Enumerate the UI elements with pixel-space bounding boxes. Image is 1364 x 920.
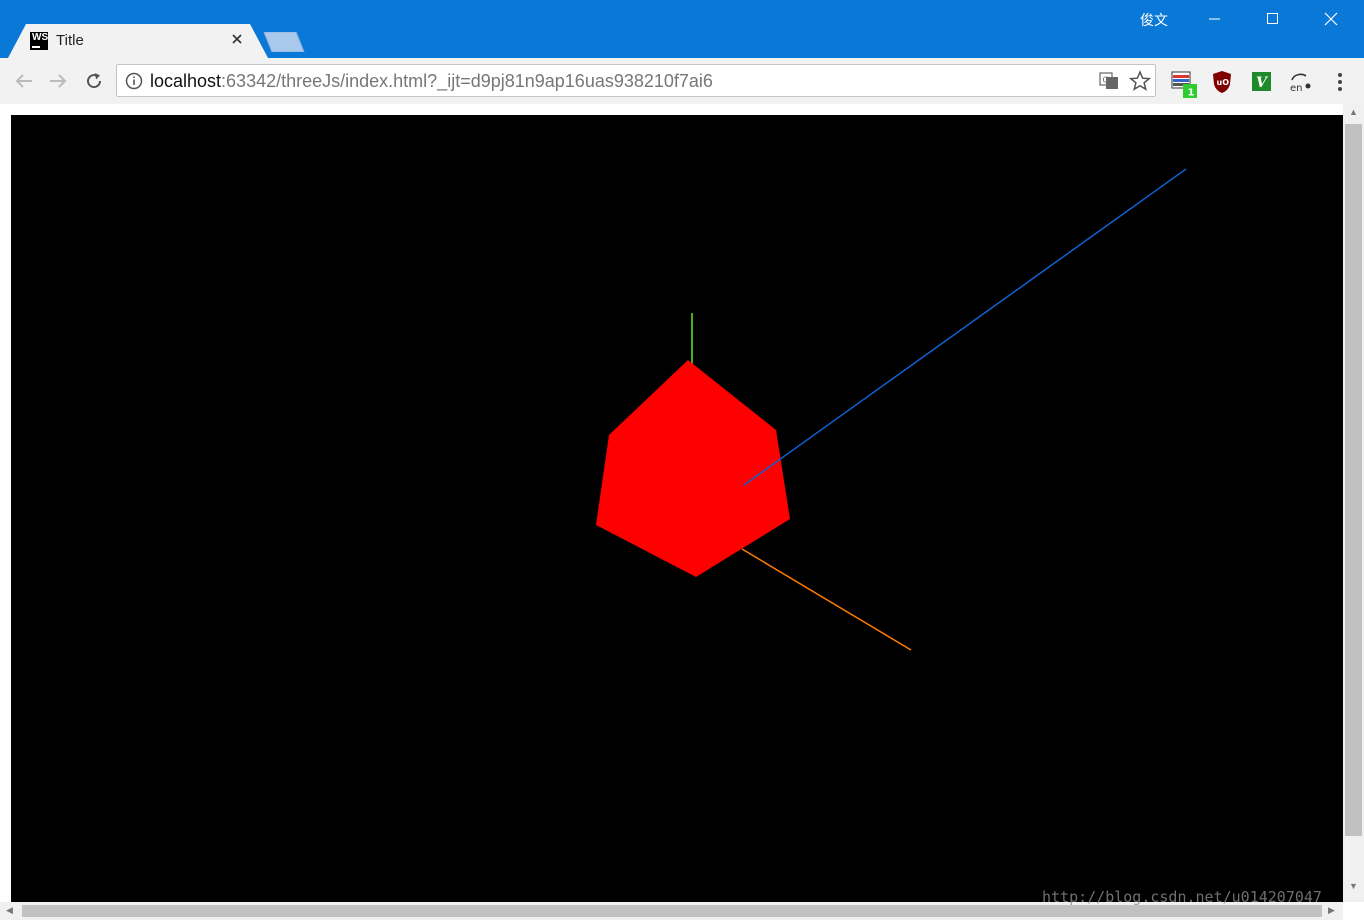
forward-button[interactable] — [44, 68, 72, 94]
menu-dot — [1338, 87, 1342, 91]
minimize-button[interactable] — [1186, 0, 1244, 38]
ublock-icon[interactable]: uO — [1210, 70, 1234, 94]
red-cube — [596, 360, 790, 577]
z-axis-line — [743, 168, 1187, 486]
svg-text:G: G — [1103, 76, 1109, 85]
bookmark-star-icon[interactable] — [1129, 70, 1151, 92]
title-bar: WS Title 俊文 — [0, 0, 1364, 58]
scene-render — [596, 168, 1187, 651]
vertical-scroll-thumb[interactable] — [1345, 124, 1362, 836]
watermark-text: http://blog.csdn.net/u014207047 — [1042, 888, 1322, 906]
arrow-left-icon — [15, 74, 32, 88]
svg-text:en: en — [1290, 83, 1303, 94]
extension-tab-manager-icon[interactable]: 1 — [1170, 70, 1197, 99]
browser-toolbar: localhost:63342/threeJs/index.html?_ijt=… — [0, 58, 1364, 105]
scroll-right-arrow-icon[interactable]: ▶ — [1328, 906, 1335, 915]
url-path: :63342/threeJs/index.html?_ijt=d9pj81n9a… — [221, 71, 713, 91]
scroll-left-arrow-icon[interactable]: ◀ — [6, 906, 13, 915]
svg-text:uO: uO — [1217, 78, 1230, 87]
maximize-button[interactable] — [1244, 0, 1302, 38]
dictionary-extension-icon[interactable]: en — [1288, 70, 1312, 94]
minimize-icon — [1209, 18, 1220, 20]
x-axis-line — [741, 548, 912, 651]
tab-title: Title — [56, 32, 84, 49]
page-viewport: ▲ ▼ ◀ ▶ http://blog.csdn.net/u014207047 — [0, 104, 1364, 920]
menu-dot — [1338, 80, 1342, 84]
chrome-menu-icon[interactable] — [1328, 70, 1352, 94]
extension-badge: 1 — [1188, 88, 1195, 99]
menu-dot — [1338, 73, 1342, 77]
arrow-right-icon — [50, 74, 67, 88]
threejs-canvas[interactable] — [11, 115, 1343, 902]
new-tab-button[interactable] — [262, 32, 306, 52]
reload-button[interactable] — [80, 68, 108, 94]
profile-name[interactable]: 俊文 — [1140, 10, 1168, 30]
browser-tab[interactable]: WS Title — [8, 24, 270, 58]
horizontal-scroll-thumb[interactable] — [22, 905, 1322, 917]
address-bar[interactable]: localhost:63342/threeJs/index.html?_ijt=… — [116, 64, 1156, 97]
url-text: localhost:63342/threeJs/index.html?_ijt=… — [150, 71, 713, 92]
url-host: localhost — [150, 71, 222, 91]
translate-icon[interactable]: G — [1099, 71, 1119, 91]
reload-icon — [87, 73, 102, 89]
scroll-down-arrow-icon[interactable]: ▼ — [1349, 882, 1358, 891]
scroll-up-arrow-icon[interactable]: ▲ — [1349, 108, 1358, 117]
vimium-icon[interactable]: V — [1250, 70, 1274, 94]
webstorm-favicon-icon: WS — [30, 32, 48, 50]
back-button[interactable] — [10, 68, 38, 94]
vertical-scrollbar[interactable]: ▲ ▼ — [1343, 104, 1364, 902]
info-icon[interactable] — [125, 72, 143, 90]
close-window-button[interactable] — [1302, 0, 1360, 38]
tab-close-icon[interactable] — [228, 30, 246, 48]
maximize-icon — [1267, 13, 1278, 24]
close-icon — [1324, 12, 1338, 26]
